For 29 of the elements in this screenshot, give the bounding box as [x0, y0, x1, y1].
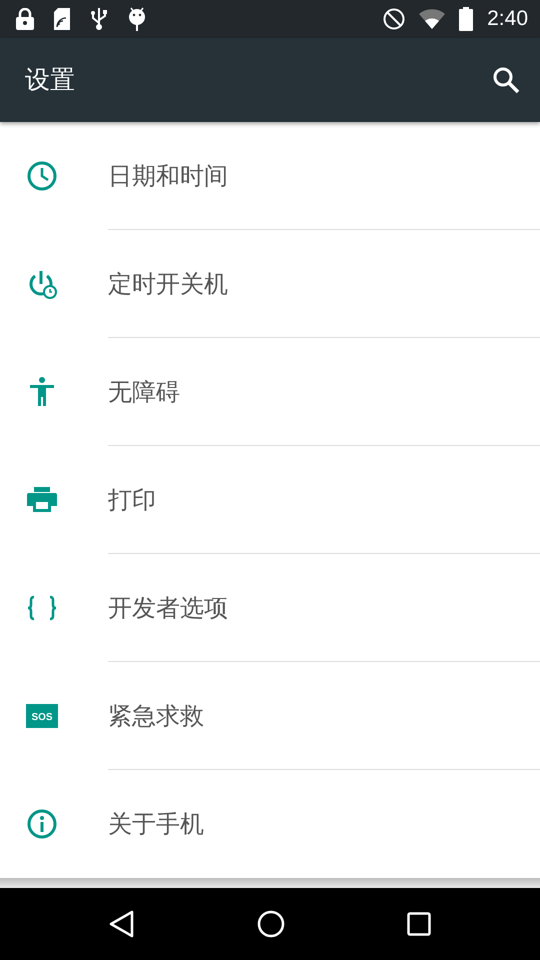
wifi-icon — [419, 9, 446, 29]
info-icon — [25, 807, 59, 841]
do-not-disturb-icon — [383, 8, 406, 30]
nfc-tag-icon — [54, 8, 70, 30]
search-icon[interactable] — [492, 66, 520, 94]
item-label: 紧急求救 — [108, 700, 204, 732]
back-icon[interactable] — [109, 910, 135, 938]
settings-item[interactable]: SOS 紧急求救 — [0, 662, 540, 770]
settings-item[interactable]: 日期和时间 — [0, 122, 540, 230]
item-label: 无障碍 — [108, 376, 180, 408]
settings-item[interactable]: 无障碍 — [0, 338, 540, 446]
settings-item[interactable]: 关于手机 — [0, 770, 540, 878]
item-label: 关于手机 — [108, 809, 204, 840]
item-label: 定时开关机 — [108, 268, 228, 300]
item-label: 日期和时间 — [108, 160, 228, 192]
toolbar-title: 设置 — [25, 64, 75, 96]
home-icon[interactable] — [257, 910, 285, 938]
recents-icon[interactable] — [407, 912, 431, 936]
android-icon — [128, 7, 146, 31]
lock-icon — [16, 8, 34, 30]
settings-item[interactable]: 开发者选项 — [0, 554, 540, 662]
settings-item[interactable]: 定时开关机 — [0, 230, 540, 338]
settings-item[interactable]: 打印 — [0, 446, 540, 554]
item-label: 打印 — [108, 484, 156, 516]
usb-icon — [90, 7, 108, 31]
item-label: 开发者选项 — [108, 592, 228, 624]
battery-icon — [459, 7, 474, 31]
clock-icon — [25, 159, 59, 193]
clock-time: 2:40 — [487, 6, 528, 32]
